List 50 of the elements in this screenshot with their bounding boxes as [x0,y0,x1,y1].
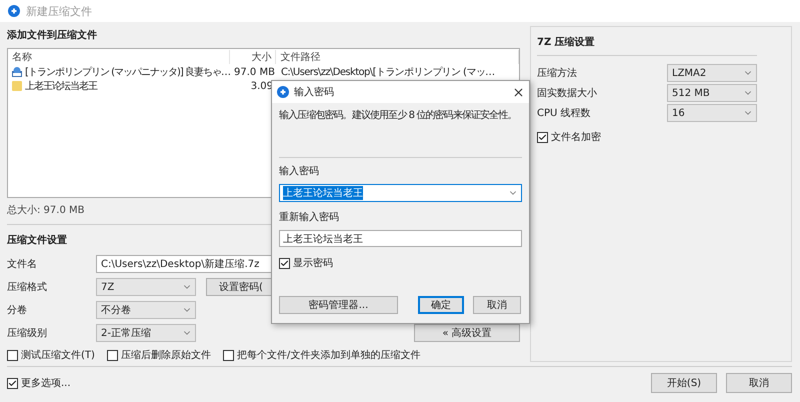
column-header[interactable]: 名称 [8,50,230,64]
select-field[interactable]: 16 [667,104,757,122]
window-title: 新建压缩文件 [26,4,92,18]
app-logo-icon [277,86,289,98]
start-button[interactable]: 开始(S) [651,373,717,393]
select-field[interactable]: 7Z [96,278,196,296]
dialog-hint: 输入压缩包密码。建议使用至少 8 位的密码来保证安全性。 [279,109,517,123]
column-header[interactable]: 大小 [230,50,276,64]
section-heading: 压缩文件设置 [7,234,67,248]
field-label: 分卷 [7,304,28,317]
checkbox[interactable]: 压缩后删除原始文件 [106,348,211,362]
checkbox[interactable]: 测试压缩文件(T) [7,348,95,362]
size-cell-text: 97.0 MB [233,66,276,78]
file-name-cell[interactable]: 上老王论坛当老王 [8,79,230,93]
password-field[interactable]: 上老王论坛当老王 [279,184,522,202]
field-label: 固实数据大小 [537,86,598,100]
close-icon[interactable] [512,86,525,98]
checkbox[interactable]: 文件名加密 [537,130,785,144]
total-size: 总大小: 97.0 MB [7,204,84,218]
archive-icon [11,66,23,78]
field-label: 输入密码 [279,164,320,178]
field-label: 重新输入密码 [279,210,340,224]
checkbox[interactable]: 更多选项... [7,376,71,390]
section-heading: 7Z 压缩设置 [537,36,595,50]
field-label: 压缩格式 [7,280,48,294]
dialog-title: 输入密码 [294,86,335,99]
password-manager-button[interactable]: 密码管理器... [279,296,398,314]
field-label: CPU 线程数 [537,106,592,120]
select-field[interactable]: LZMA2 [667,64,757,82]
cancel-button[interactable]: 取消 [726,373,792,393]
select-field[interactable]: 2-正常压缩 [96,324,196,342]
checkbox[interactable]: 把每个文件/文件夹添加到单独的压缩文件 [222,348,420,362]
file-name: 上老王论坛当老王 [25,80,97,93]
app-logo-icon [8,5,20,17]
folder-icon [11,80,23,92]
advanced-settings-button[interactable]: « 高级设置 [414,324,520,342]
select-field[interactable]: 不分卷 [96,301,196,319]
ok-button[interactable]: 确定 [418,296,464,314]
field-label: 文件名 [7,258,38,271]
cancel-button[interactable]: 取消 [473,296,521,314]
confirm-password-field[interactable]: 上老王论坛当老王 [279,230,522,247]
check-icon [538,132,547,142]
section-heading: 添加文件到压缩文件 [7,28,97,43]
column-header[interactable]: 文件路径 [276,50,519,64]
select-field[interactable]: 512 MB [667,84,757,102]
field-label: 压缩级别 [7,326,48,340]
check-icon [8,378,17,388]
field-label: 压缩方法 [537,66,578,80]
path-cell-text: C:\Users\zz\Desktop\[トランポリンプリン (マッ… [280,66,496,79]
check-icon [280,258,289,268]
